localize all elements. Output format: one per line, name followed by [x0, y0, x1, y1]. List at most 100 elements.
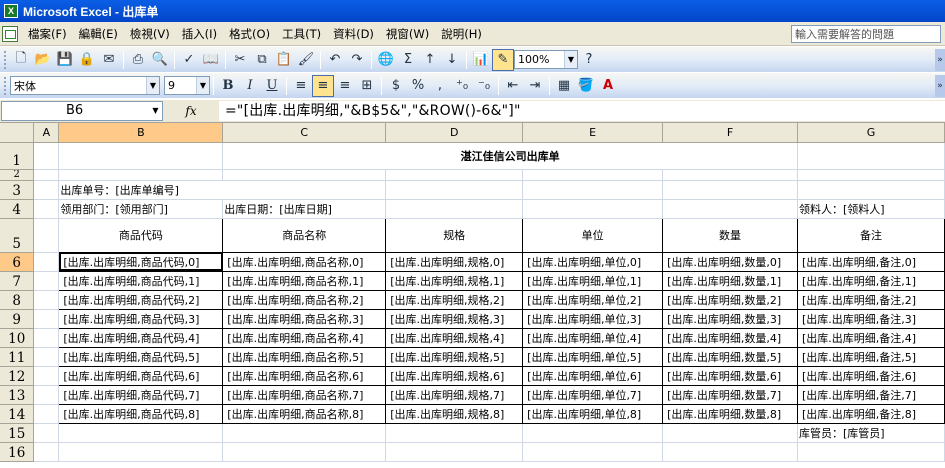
data-cell[interactable]: [出库.出库明细,商品代码,3] — [58, 308, 224, 329]
cell[interactable] — [33, 309, 60, 329]
cell[interactable] — [33, 385, 60, 405]
merge-center-icon[interactable]: ⊞ — [356, 75, 378, 97]
research-icon[interactable]: 📖 — [200, 49, 222, 71]
help-search-input[interactable]: 輸入需要解答的問題 — [791, 25, 941, 43]
data-cell[interactable]: [出库.出库明细,规格,6] — [385, 365, 524, 386]
increase-indent-icon[interactable]: ⇥ — [524, 75, 546, 97]
row-header[interactable]: 13 — [0, 385, 35, 405]
row-header[interactable]: 15 — [0, 423, 35, 443]
data-cell[interactable]: [出库.出库明细,备注,3] — [797, 308, 945, 329]
cell[interactable] — [385, 169, 524, 181]
data-cell[interactable]: [出库.出库明细,单位,3] — [522, 308, 664, 329]
data-cell[interactable]: [出库.出库明细,备注,8] — [797, 403, 945, 424]
data-cell[interactable]: [出库.出库明细,备注,1] — [797, 270, 945, 291]
active-cell[interactable]: [出库.出库明细,商品代码,0] — [58, 251, 224, 272]
row-header[interactable]: 3 — [0, 180, 35, 200]
data-cell[interactable]: [出库.出库明细,商品代码,5] — [58, 346, 224, 367]
row-header[interactable]: 10 — [0, 328, 35, 348]
header-spec[interactable]: 规格 — [385, 217, 524, 253]
row-header[interactable]: 6 — [0, 252, 35, 272]
cut-icon[interactable]: ✂ — [229, 49, 251, 71]
toolbar-options-icon[interactable]: » — [935, 74, 945, 97]
data-cell[interactable]: [出库.出库明细,数量,0] — [662, 251, 799, 272]
cell[interactable] — [33, 347, 60, 367]
column-header-g[interactable]: G — [797, 123, 945, 143]
date-cell[interactable]: 出库日期：[出库日期] — [222, 199, 387, 219]
format-painter-icon[interactable]: 🖌 — [295, 49, 317, 71]
receiver-cell[interactable]: 领料人：[领料人] — [797, 199, 945, 219]
cell[interactable] — [33, 271, 60, 291]
order-number-cell[interactable]: 出库单号：[出库单编号] — [58, 180, 387, 200]
chevron-down-icon[interactable]: ▼ — [149, 102, 162, 120]
sheet-title[interactable]: 湛江佳信公司出库单 — [222, 142, 799, 170]
fill-color-icon[interactable]: 🪣 — [575, 75, 597, 97]
cell[interactable] — [33, 180, 60, 200]
paste-icon[interactable]: 📋 — [273, 49, 295, 71]
data-cell[interactable]: [出库.出库明细,商品名称,1] — [222, 270, 387, 291]
cell[interactable] — [662, 199, 799, 219]
name-box[interactable]: B6 ▼ — [1, 101, 163, 121]
cell[interactable] — [33, 218, 60, 253]
row-header[interactable]: 14 — [0, 404, 35, 424]
cell[interactable] — [33, 442, 60, 462]
column-header-d[interactable]: D — [385, 123, 524, 143]
data-cell[interactable]: [出库.出库明细,规格,7] — [385, 384, 524, 405]
cell[interactable] — [662, 169, 799, 181]
cell[interactable] — [797, 180, 945, 200]
column-header-b[interactable]: B — [58, 123, 224, 143]
data-cell[interactable]: [出库.出库明细,商品名称,2] — [222, 289, 387, 310]
cell[interactable] — [33, 142, 60, 170]
email-icon[interactable]: ✉ — [98, 49, 120, 71]
formula-input[interactable]: ="[出库.出库明细,"&B$5&","&ROW()-6&"]" — [219, 101, 945, 121]
chevron-down-icon[interactable]: ▼ — [564, 51, 577, 68]
data-cell[interactable]: [出库.出库明细,商品名称,4] — [222, 327, 387, 348]
workbook-icon[interactable] — [2, 25, 18, 42]
row-header[interactable]: 7 — [0, 271, 35, 291]
data-cell[interactable]: [出库.出库明细,单位,6] — [522, 365, 664, 386]
data-cell[interactable]: [出库.出库明细,数量,7] — [662, 384, 799, 405]
save-icon[interactable]: 💾 — [54, 49, 76, 71]
permission-icon[interactable]: 🔒 — [76, 49, 98, 71]
cell[interactable] — [385, 423, 524, 443]
cell[interactable] — [797, 169, 945, 181]
menu-help[interactable]: 說明(H) — [435, 24, 488, 44]
currency-icon[interactable]: $ — [385, 75, 407, 97]
print-icon[interactable]: ⎙ — [127, 49, 149, 71]
new-icon[interactable]: 🗋 — [10, 49, 32, 71]
cell[interactable] — [58, 142, 224, 170]
row-header[interactable]: 16 — [0, 442, 35, 462]
sort-ascending-icon[interactable]: ↑ — [419, 49, 441, 71]
drawing-icon[interactable]: ✎ — [492, 48, 514, 71]
data-cell[interactable]: [出库.出库明细,备注,4] — [797, 327, 945, 348]
data-cell[interactable]: [出库.出库明细,商品名称,8] — [222, 403, 387, 424]
data-cell[interactable]: [出库.出库明细,规格,4] — [385, 327, 524, 348]
data-cell[interactable]: [出库.出库明细,数量,5] — [662, 346, 799, 367]
data-cell[interactable]: [出库.出库明细,单位,0] — [522, 251, 664, 272]
font-size-select[interactable]: 9 ▼ — [164, 76, 210, 95]
chevron-down-icon[interactable]: ▼ — [146, 77, 159, 94]
select-all-corner[interactable] — [0, 123, 35, 143]
cell[interactable] — [222, 442, 387, 462]
cell[interactable] — [33, 423, 60, 443]
header-quantity[interactable]: 数量 — [662, 217, 799, 253]
insert-function-icon[interactable]: fx — [163, 104, 219, 118]
data-cell[interactable]: [出库.出库明细,单位,4] — [522, 327, 664, 348]
cell[interactable] — [662, 423, 799, 443]
keeper-cell[interactable]: 库管员：[库管员] — [797, 423, 945, 443]
percent-icon[interactable]: % — [407, 75, 429, 97]
open-icon[interactable]: 📂 — [32, 49, 54, 71]
menu-insert[interactable]: 插入(I) — [176, 24, 223, 44]
cell[interactable] — [33, 169, 60, 181]
data-cell[interactable]: [出库.出库明细,商品代码,6] — [58, 365, 224, 386]
align-center-icon[interactable]: ≡ — [312, 74, 334, 97]
row-header[interactable]: 9 — [0, 309, 35, 329]
row-header[interactable]: 5 — [0, 218, 35, 253]
row-header[interactable]: 1 — [0, 142, 35, 170]
data-cell[interactable]: [出库.出库明细,单位,1] — [522, 270, 664, 291]
bold-icon[interactable]: B — [217, 75, 239, 97]
menu-tools[interactable]: 工具(T) — [276, 24, 327, 44]
align-left-icon[interactable]: ≡ — [290, 75, 312, 97]
cell[interactable] — [33, 328, 60, 348]
data-cell[interactable]: [出库.出库明细,商品代码,8] — [58, 403, 224, 424]
sort-descending-icon[interactable]: ↓ — [441, 49, 463, 71]
